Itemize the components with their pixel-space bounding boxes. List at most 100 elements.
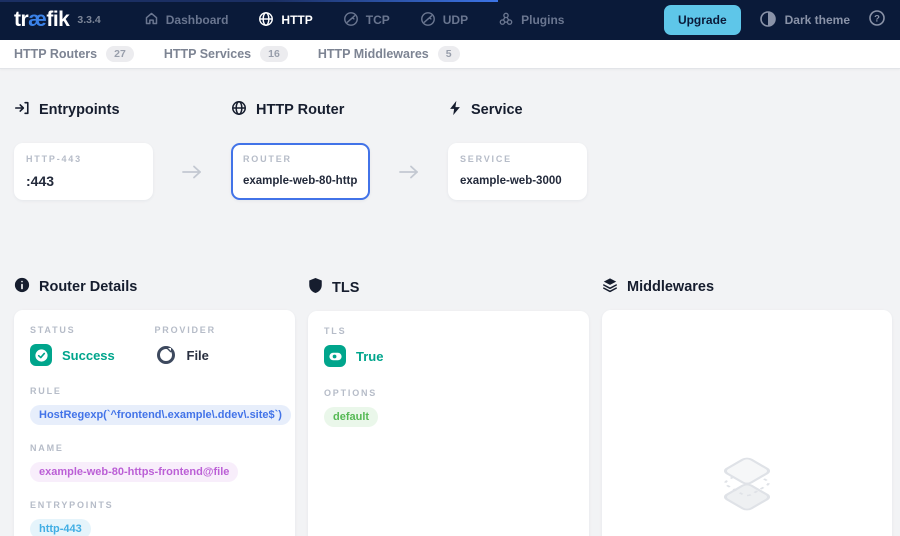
nav-item-tcp[interactable]: TCP xyxy=(328,0,405,40)
shield-icon xyxy=(308,277,323,298)
router-details-card: STATUS Success PROVIDER xyxy=(14,310,295,536)
svg-text:?: ? xyxy=(874,13,880,24)
router-card: ROUTER example-web-80-https... xyxy=(231,143,370,200)
nav-item-dashboard[interactable]: Dashboard xyxy=(129,0,244,40)
entrypoint-card-value: :443 xyxy=(26,173,141,189)
service-card: SERVICE example-web-3000 xyxy=(448,143,587,200)
file-provider-icon xyxy=(155,344,177,366)
service-title: Service xyxy=(471,102,523,118)
provider-value: File xyxy=(187,348,209,363)
info-icon xyxy=(14,277,30,297)
plugins-icon xyxy=(498,11,514,30)
http-router-header: HTTP Router xyxy=(231,100,370,120)
right-arrow-icon xyxy=(397,163,421,186)
tab-label: HTTP Routers xyxy=(14,47,97,61)
entrypoints-label: ENTRYPOINTS xyxy=(30,500,279,510)
tab-http-services[interactable]: HTTP Services 16 xyxy=(164,46,288,62)
rule-field: RULE HostRegexp(`^frontend\.example\.dde… xyxy=(30,386,279,425)
globe-icon xyxy=(258,11,274,30)
nav-item-label: UDP xyxy=(443,13,468,27)
right-arrow-icon xyxy=(180,163,204,186)
nav-item-plugins[interactable]: Plugins xyxy=(483,0,579,40)
dark-theme-toggle[interactable]: Dark theme xyxy=(759,10,850,31)
tls-header: TLS xyxy=(308,277,589,298)
tls-section: TLS TLS True OPTIONS default xyxy=(308,277,589,536)
tcp-protocol-icon xyxy=(343,11,359,30)
router-flow-item: HTTP Router ROUTER example-web-80-https.… xyxy=(231,100,370,200)
navbar-right-group: Upgrade Dark theme ? xyxy=(664,5,886,35)
success-check-icon xyxy=(30,344,52,366)
globe-icon xyxy=(231,100,247,120)
provider-label: PROVIDER xyxy=(155,325,280,335)
name-value-pill: example-web-80-https-frontend@file xyxy=(30,462,238,482)
upgrade-button[interactable]: Upgrade xyxy=(664,5,741,35)
name-label: NAME xyxy=(30,443,279,453)
logo-text-pre: tr xyxy=(14,8,28,32)
entrypoint-card-label: HTTP-443 xyxy=(26,154,141,164)
dark-theme-label: Dark theme xyxy=(785,13,850,27)
entrypoint-card: HTTP-443 :443 xyxy=(14,143,153,200)
empty-layers-illustration xyxy=(711,453,783,524)
home-icon xyxy=(144,11,159,29)
tls-enabled-toggle-icon xyxy=(324,345,346,367)
status-value: Success xyxy=(62,348,115,363)
lightning-icon xyxy=(448,100,462,120)
name-field: NAME example-web-80-https-frontend@file xyxy=(30,443,279,482)
entrypoints-header: Entrypoints xyxy=(14,100,153,120)
rule-value-pill: HostRegexp(`^frontend\.example\.ddev\.si… xyxy=(30,405,291,425)
entrypoints-value-pill: http-443 xyxy=(30,519,91,536)
entrypoints-flow-item: Entrypoints HTTP-443 :443 xyxy=(14,100,153,200)
tab-label: HTTP Middlewares xyxy=(318,47,429,61)
traffic-flow-row: Entrypoints HTTP-443 :443 HTTP Router RO… xyxy=(14,100,886,200)
tab-count-badge: 27 xyxy=(106,46,134,62)
nav-item-label: Dashboard xyxy=(166,13,229,27)
flow-arrow-1 xyxy=(153,100,231,186)
traefik-logo[interactable]: træfik xyxy=(14,8,69,32)
tls-value: True xyxy=(356,349,383,364)
tls-title: TLS xyxy=(332,280,359,296)
status-field: STATUS Success xyxy=(30,325,155,366)
udp-protocol-icon xyxy=(420,11,436,30)
status-label: STATUS xyxy=(30,325,155,335)
tab-http-routers[interactable]: HTTP Routers 27 xyxy=(14,46,134,62)
entrypoints-field: ENTRYPOINTS http-443 xyxy=(30,500,279,536)
nav-item-http[interactable]: HTTP xyxy=(243,0,327,40)
options-value-pill: default xyxy=(324,407,378,427)
page-load-progress-bar xyxy=(0,0,498,2)
router-detail-page: Entrypoints HTTP-443 :443 HTTP Router RO… xyxy=(0,69,900,536)
router-details-section: Router Details STATUS Success PRO xyxy=(14,277,295,536)
router-details-header: Router Details xyxy=(14,277,295,297)
logo-text-post: fik xyxy=(46,8,69,32)
tab-count-badge: 16 xyxy=(260,46,288,62)
layers-icon xyxy=(602,277,618,297)
details-row: Router Details STATUS Success PRO xyxy=(14,277,886,536)
contrast-icon xyxy=(759,10,777,31)
service-flow-item: Service SERVICE example-web-3000 xyxy=(448,100,587,200)
tab-http-middlewares[interactable]: HTTP Middlewares 5 xyxy=(318,46,460,62)
nav-item-label: TCP xyxy=(366,13,390,27)
nav-item-label: HTTP xyxy=(281,13,312,27)
router-card-label: ROUTER xyxy=(243,154,358,164)
tls-label: TLS xyxy=(324,326,573,336)
help-icon: ? xyxy=(868,9,886,32)
nav-item-udp[interactable]: UDP xyxy=(405,0,483,40)
top-navbar: træfik 3.3.4 Dashboard HTTP TCP UDP xyxy=(0,0,900,40)
service-card-value: example-web-3000 xyxy=(460,175,575,187)
router-details-title: Router Details xyxy=(39,279,137,295)
http-router-title: HTTP Router xyxy=(256,102,344,118)
tls-options-field: OPTIONS default xyxy=(324,388,573,427)
service-header: Service xyxy=(448,100,587,120)
middlewares-header: Middlewares xyxy=(602,277,892,297)
router-card-value: example-web-80-https... xyxy=(243,175,358,187)
middlewares-section: Middlewares There are no Middlewares con… xyxy=(602,277,892,536)
help-button[interactable]: ? xyxy=(868,9,886,32)
rule-label: RULE xyxy=(30,386,279,396)
flow-arrow-2 xyxy=(370,100,448,186)
tls-field: TLS True xyxy=(324,326,573,367)
logo-text-ae: æ xyxy=(28,8,46,32)
http-section-tabbar: HTTP Routers 27 HTTP Services 16 HTTP Mi… xyxy=(0,40,900,69)
tab-count-badge: 5 xyxy=(438,46,460,62)
provider-field: PROVIDER File xyxy=(155,325,280,366)
tls-card: TLS True OPTIONS default xyxy=(308,311,589,536)
middlewares-title: Middlewares xyxy=(627,279,714,295)
